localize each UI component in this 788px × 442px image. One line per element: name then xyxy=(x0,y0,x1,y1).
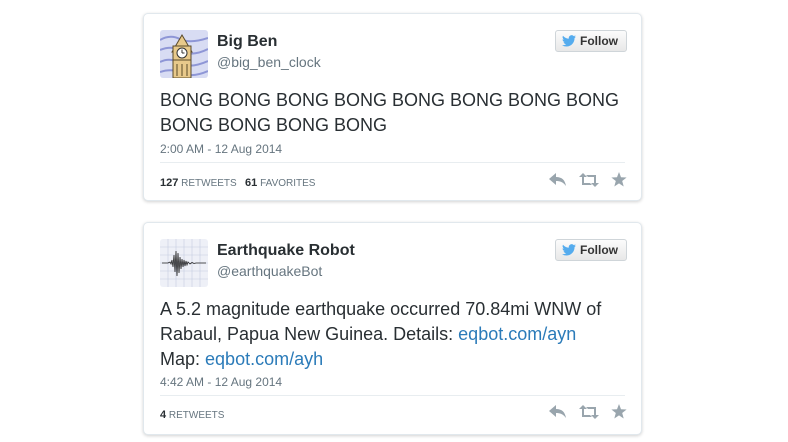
reply-icon[interactable] xyxy=(549,404,567,419)
tweet-timestamp[interactable]: 4:42 AM - 12 Aug 2014 xyxy=(160,375,282,389)
divider xyxy=(160,162,625,163)
favorite-label[interactable]: FAVORITES xyxy=(260,178,315,189)
tweet-text-map: Map: xyxy=(160,349,206,369)
reply-icon[interactable] xyxy=(549,172,567,187)
user-handle[interactable]: @earthquakeBot xyxy=(217,263,322,279)
retweet-icon[interactable] xyxy=(579,404,599,419)
tweet-text: BONG BONG BONG BONG BONG BONG BONG BONG … xyxy=(160,90,620,135)
tweet-card-earthquake-robot: Earthquake Robot @earthquakeBot Follow A… xyxy=(143,222,642,435)
retweet-label[interactable]: RETWEETS xyxy=(169,410,225,421)
retweet-count[interactable]: 4 xyxy=(160,409,166,421)
follow-button[interactable]: Follow xyxy=(555,239,627,261)
twitter-bird-icon xyxy=(562,244,576,256)
retweet-label[interactable]: RETWEETS xyxy=(181,178,237,189)
retweet-count[interactable]: 127 xyxy=(160,177,178,189)
tweet-timestamp[interactable]: 2:00 AM - 12 Aug 2014 xyxy=(160,142,282,156)
tweet-stats: 127 RETWEETS 61 FAVORITES xyxy=(160,177,315,189)
tweet-stats: 4 RETWEETS xyxy=(160,409,224,421)
tweet-card-big-ben: Big Ben @big_ben_clock Follow BONG BONG … xyxy=(143,13,642,201)
avatar[interactable] xyxy=(160,30,208,78)
divider xyxy=(160,395,625,396)
favorite-star-icon[interactable] xyxy=(611,404,627,419)
map-link[interactable]: eqbot.com/ayh xyxy=(205,349,323,369)
details-link[interactable]: eqbot.com/ayn xyxy=(458,324,576,344)
tweet-text: A 5.2 magnitude earthquake occurred 70.8… xyxy=(160,297,621,372)
avatar[interactable] xyxy=(160,239,208,287)
twitter-bird-icon xyxy=(562,35,576,47)
follow-label: Follow xyxy=(580,34,618,48)
tweet-actions xyxy=(549,404,627,419)
display-name[interactable]: Big Ben xyxy=(217,33,277,51)
favorite-star-icon[interactable] xyxy=(611,172,627,187)
tweet-actions xyxy=(549,172,627,187)
retweet-icon[interactable] xyxy=(579,172,599,187)
user-handle[interactable]: @big_ben_clock xyxy=(217,54,321,70)
follow-label: Follow xyxy=(580,243,618,257)
follow-button[interactable]: Follow xyxy=(555,30,627,52)
display-name[interactable]: Earthquake Robot xyxy=(217,242,355,260)
favorite-count[interactable]: 61 xyxy=(245,177,257,189)
